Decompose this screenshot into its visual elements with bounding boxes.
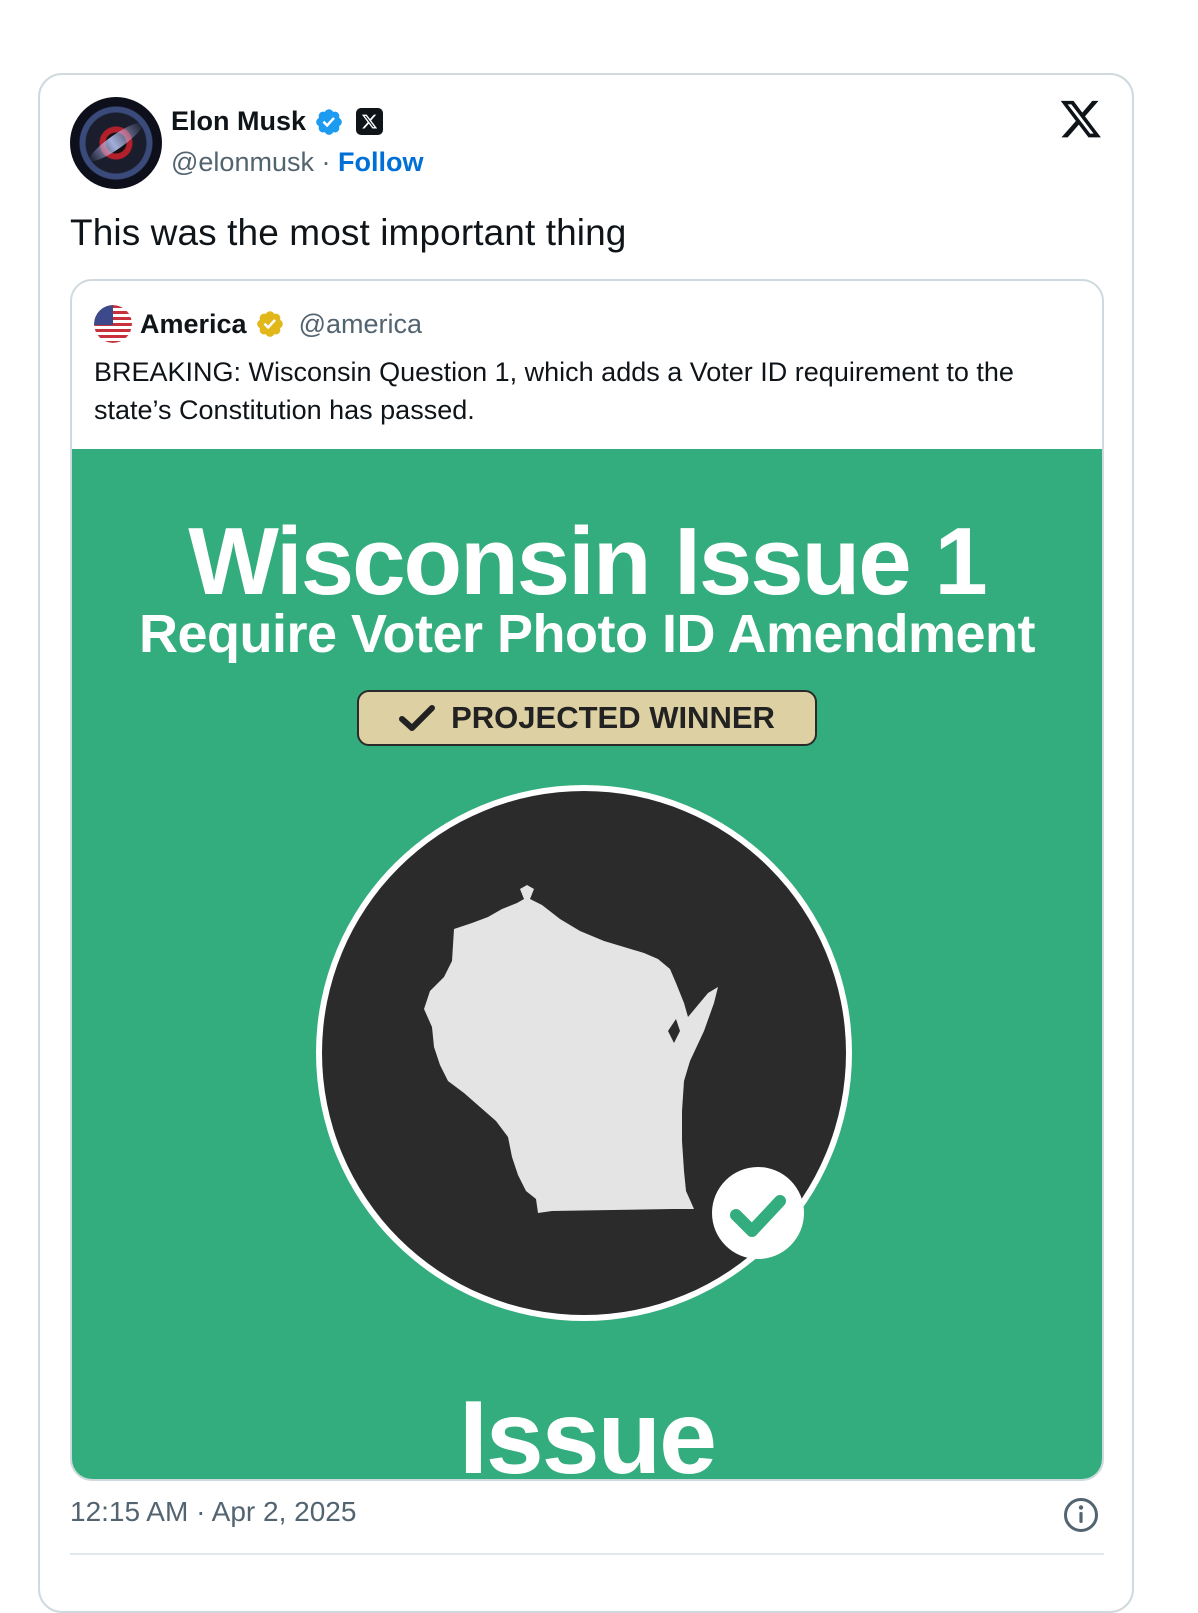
gold-verified-check-icon — [256, 311, 283, 337]
follow-button[interactable]: Follow — [338, 147, 423, 177]
projected-winner-label: PROJECTED WINNER — [451, 700, 775, 735]
author-avatar[interactable] — [70, 97, 162, 189]
quoted-tweet-text: BREAKING: Wisconsin Question 1, which ad… — [94, 357, 1014, 425]
quoted-author-handle[interactable]: @america — [299, 309, 422, 340]
author-name[interactable]: Elon Musk — [171, 106, 306, 137]
quoted-tweet-image[interactable]: Wisconsin Issue 1 Require Voter Photo ID… — [72, 449, 1102, 1481]
quoted-author-name[interactable]: America — [140, 309, 247, 340]
author-name-row: Elon Musk — [171, 106, 384, 137]
image-title: Wisconsin Issue 1 — [188, 508, 987, 615]
checkmark-icon — [399, 705, 436, 731]
wisconsin-map-graphic — [316, 785, 852, 1321]
x-affiliate-badge-icon — [356, 108, 384, 135]
projected-winner-badge: PROJECTED WINNER — [357, 690, 817, 746]
quoted-tweet[interactable]: America @america BREAKING: Wisconsin Que… — [70, 279, 1104, 1481]
image-subtitle: Require Voter Photo ID Amendment — [138, 604, 1036, 664]
info-icon[interactable] — [1063, 1497, 1099, 1533]
author-handle-row: @elonmusk · Follow — [171, 147, 423, 178]
us-flag-icon — [94, 305, 132, 343]
blue-verified-check-icon — [316, 108, 342, 135]
x-logo-icon[interactable] — [1059, 100, 1103, 142]
image-bottom-label: Issue — [459, 1380, 717, 1481]
tweet-text: This was the most important thing — [70, 212, 627, 253]
handle-separator: · — [313, 147, 338, 177]
tweet-timestamp[interactable]: 12:15 AM · Apr 2, 2025 — [70, 1496, 356, 1528]
footer-divider — [70, 1553, 1104, 1555]
quoted-tweet-header: America @america — [94, 305, 422, 343]
author-handle[interactable]: @elonmusk — [171, 147, 314, 177]
avatar-swirl — [85, 117, 147, 167]
